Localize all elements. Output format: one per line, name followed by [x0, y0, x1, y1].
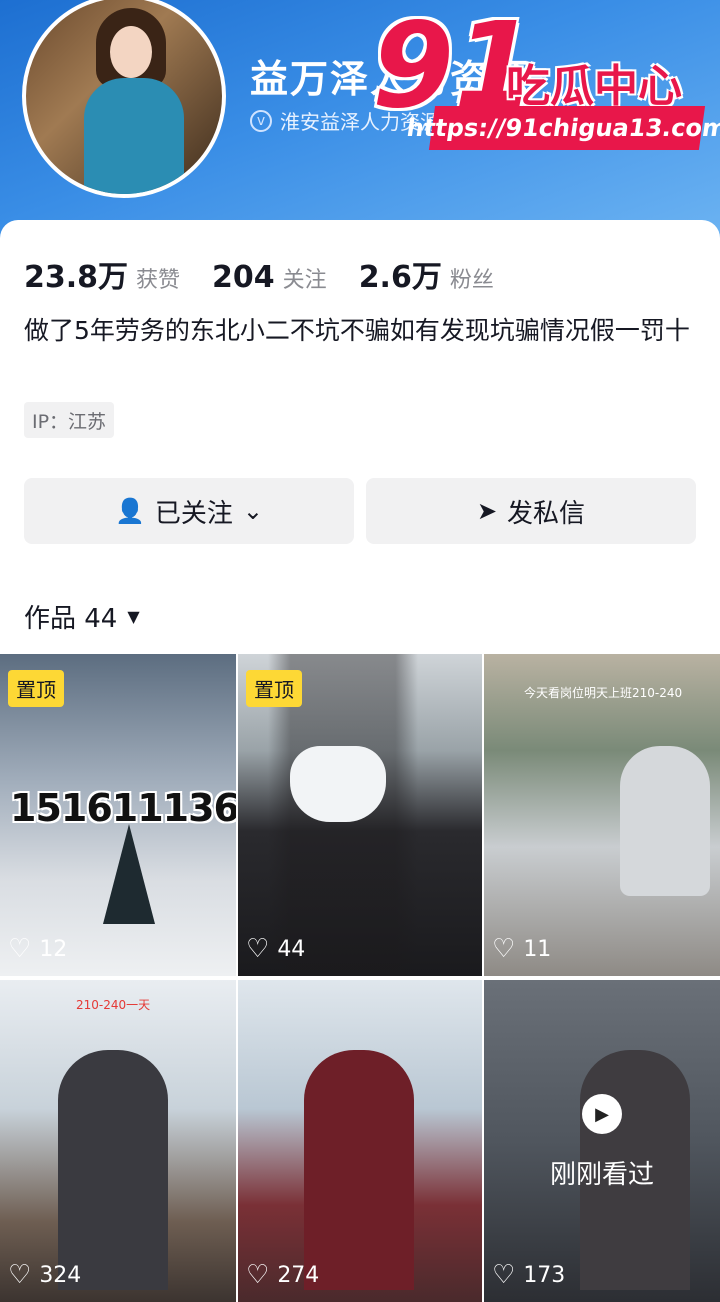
paper-plane-icon: ➤ — [476, 497, 498, 525]
follow-button[interactable]: 👤 已关注 ⌄ — [24, 478, 354, 544]
worker-shape — [620, 746, 710, 896]
heart-icon: ♡ — [246, 1260, 270, 1290]
video-thumbnail[interactable]: ▶ 刚刚看过 ♡ 173 — [484, 980, 720, 1302]
thumbnail-caption: 210-240一天 — [76, 998, 151, 1012]
watermark-text: 吃瓜中心 — [506, 61, 682, 112]
stat-likes-value[interactable]: 23.8万 — [24, 252, 128, 296]
like-count: ♡ 274 — [246, 1260, 319, 1290]
like-count-value: 11 — [523, 936, 552, 962]
video-grid: 15161113638 置顶 ♡ 12 置顶 ♡ 44 今天看岗位明天上班210… — [0, 654, 720, 1302]
heart-icon: ♡ — [246, 934, 270, 964]
avatar-coat — [84, 78, 184, 194]
heart-icon: ♡ — [492, 1260, 516, 1290]
person-shape — [304, 1050, 414, 1290]
heart-icon: ♡ — [492, 934, 516, 964]
like-count: ♡ 173 — [492, 1260, 565, 1290]
like-count-value: 324 — [39, 1262, 82, 1288]
pinned-badge: 置顶 — [8, 670, 64, 707]
verify-icon: v — [250, 109, 272, 132]
video-thumbnail[interactable]: 置顶 ♡ 44 — [238, 654, 482, 976]
like-count-value: 44 — [277, 936, 306, 962]
heart-icon: ♡ — [8, 934, 32, 964]
thumbnail-caption: 今天看岗位明天上班210-240 — [524, 686, 683, 700]
video-thumbnail[interactable]: ♡ 274 — [238, 980, 482, 1302]
user-check-icon: 👤 — [114, 497, 145, 525]
ip-location-tag: IP：江苏 — [24, 402, 115, 438]
tree-shape — [103, 824, 155, 924]
like-count-value: 173 — [523, 1262, 566, 1288]
profile-bio: 做了5年劳务的东北小二不坑不骗如有发现坑骗情况假一罚十 — [24, 316, 690, 345]
like-count-value: 274 — [277, 1262, 320, 1288]
thumbnail-overlay-text: 15161113638 — [10, 786, 236, 830]
like-count-value: 12 — [39, 936, 68, 962]
message-button[interactable]: ➤ 发私信 — [366, 478, 696, 544]
recently-watched-label: 刚刚看过 — [549, 1160, 654, 1190]
face-mask-shape — [290, 746, 386, 822]
video-thumbnail[interactable]: 15161113638 置顶 ♡ 12 — [0, 654, 236, 976]
like-count: ♡ 12 — [8, 934, 67, 964]
works-tab[interactable]: 作品 44 ▼ — [24, 598, 140, 635]
stat-likes-label: 获赞 — [136, 268, 181, 293]
heart-icon: ♡ — [8, 1260, 32, 1290]
works-label: 作品 44 — [24, 604, 118, 634]
stat-followers-value[interactable]: 2.6万 — [359, 252, 442, 296]
stat-following-label: 关注 — [282, 268, 327, 293]
like-count: ♡ 44 — [246, 934, 305, 964]
watermark-url: https://91chigua13.com — [405, 106, 720, 150]
caret-down-icon: ▼ — [127, 607, 140, 626]
stats-row: 23.8万 获赞 204 关注 2.6万 粉丝 — [24, 252, 526, 296]
follow-button-label: 已关注 — [154, 498, 233, 529]
video-thumbnail[interactable]: 210-240一天 ♡ 324 — [0, 980, 236, 1302]
message-button-label: 发私信 — [507, 498, 586, 529]
chevron-down-icon: ⌄ — [242, 497, 263, 525]
pinned-badge: 置顶 — [246, 670, 302, 707]
video-thumbnail[interactable]: 今天看岗位明天上班210-240 ♡ 11 — [484, 654, 720, 976]
avatar-face — [110, 26, 152, 78]
stat-following-value[interactable]: 204 — [212, 260, 275, 295]
avatar[interactable] — [22, 0, 226, 198]
like-count: ♡ 11 — [492, 934, 551, 964]
person-shape — [58, 1050, 168, 1290]
stat-followers-label: 粉丝 — [449, 268, 494, 293]
like-count: ♡ 324 — [8, 1260, 81, 1290]
play-icon[interactable]: ▶ — [582, 1094, 622, 1134]
profile-header: 益万泽人力资源 v 淮安益泽人力资源 91 吃瓜中心 https://91chi… — [0, 0, 720, 240]
